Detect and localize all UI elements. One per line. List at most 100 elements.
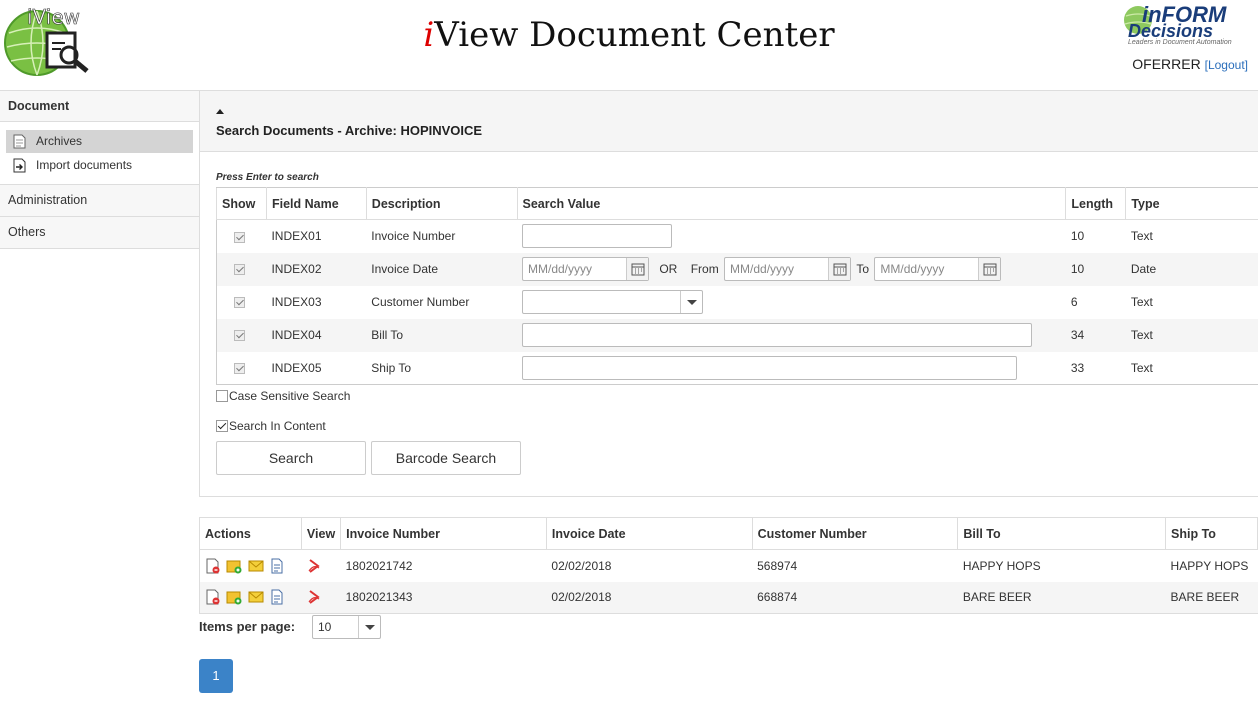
field-name: INDEX05: [271, 360, 322, 375]
delete-document-icon[interactable]: [205, 558, 221, 574]
add-folder-icon[interactable]: [226, 558, 242, 574]
search-panel: Search Documents - Archive: HOPINVOICE P…: [199, 90, 1258, 497]
document-icon: [13, 134, 26, 149]
table-row: 1802021742 02/02/2018 568974 HAPPY HOPS …: [200, 550, 1258, 582]
sidebar-item-administration[interactable]: Administration: [0, 185, 199, 217]
field-type: Text: [1125, 318, 1258, 352]
import-icon: [13, 158, 26, 173]
ship-to-cell: HAPPY HOPS: [1170, 558, 1249, 573]
sidebar-section-document[interactable]: Document: [0, 90, 199, 122]
col-ship-to[interactable]: Ship To: [1165, 517, 1258, 550]
field-length: 10: [1070, 229, 1085, 244]
user-info: OFERRER [Logout]: [1132, 56, 1248, 72]
bill-to-cell: BARE BEER: [957, 581, 1166, 614]
calendar-icon[interactable]: [978, 258, 1001, 280]
search-hint: Press Enter to search: [216, 172, 319, 183]
items-per-page-select[interactable]: 10: [312, 615, 381, 639]
ship-to-input[interactable]: [522, 355, 1017, 380]
calendar-icon[interactable]: [626, 258, 648, 280]
col-view: View: [300, 517, 342, 550]
sidebar-item-import-documents[interactable]: Import documents: [6, 154, 193, 177]
items-per-page-label: Items per page:: [199, 619, 296, 634]
search-in-content-label: Search In Content: [229, 419, 326, 433]
search-panel-title: Search Documents - Archive: HOPINVOICE: [216, 123, 483, 138]
show-checkbox[interactable]: [234, 231, 245, 243]
field-name: INDEX03: [271, 295, 322, 309]
results-table: Actions View Invoice Number Invoice Date…: [199, 517, 1258, 614]
page-title: iView Document Center: [423, 15, 835, 55]
chevron-down-icon[interactable]: [358, 616, 380, 638]
field-description: Bill To: [366, 318, 517, 352]
add-folder-icon[interactable]: [226, 589, 242, 605]
sidebar-document-items: Archives Import documents: [0, 122, 199, 185]
invoice-date-input[interactable]: MM/dd/yyyy: [522, 257, 649, 281]
customer-number-select[interactable]: [522, 290, 703, 314]
case-sensitive-checkbox[interactable]: [216, 390, 228, 402]
email-icon[interactable]: [248, 589, 264, 605]
sidebar-item-others[interactable]: Others: [0, 217, 199, 249]
show-checkbox[interactable]: [234, 330, 245, 342]
sidebar-item-label: Archives: [36, 134, 83, 148]
search-fields-header: Show Field Name Description Search Value…: [216, 187, 1258, 220]
bill-to-cell: HAPPY HOPS: [962, 558, 1041, 573]
invoice-number-cell: 1802021742: [345, 558, 413, 573]
document-details-icon[interactable]: [269, 589, 285, 605]
logout-link[interactable]: [Logout]: [1205, 58, 1248, 72]
view-cell: [301, 550, 340, 582]
field-type: Text: [1130, 295, 1153, 309]
to-date-input[interactable]: MM/dd/yyyy: [874, 257, 1002, 281]
col-invoice-number[interactable]: Invoice Number: [340, 517, 547, 550]
items-per-page-value: 10: [318, 620, 332, 634]
field-type: Date: [1125, 252, 1258, 286]
show-checkbox[interactable]: [234, 363, 245, 375]
invoice-date-cell: 02/02/2018: [546, 581, 753, 614]
collapse-caret-icon[interactable]: [216, 109, 224, 114]
sidebar-item-label: Import documents: [36, 158, 133, 172]
barcode-search-button[interactable]: Barcode Search: [371, 441, 521, 475]
ship-to-cell: BARE BEER: [1165, 581, 1258, 614]
page-button-1[interactable]: 1: [199, 659, 233, 693]
from-date-input[interactable]: MM/dd/yyyy: [724, 257, 852, 281]
email-icon[interactable]: [248, 558, 264, 574]
field-length: 33: [1070, 360, 1085, 375]
pdf-icon[interactable]: [306, 558, 322, 574]
field-length: 34: [1065, 318, 1126, 352]
customer-number-cell: 668874: [752, 581, 958, 614]
search-button[interactable]: Search: [216, 441, 366, 475]
calendar-icon[interactable]: [828, 258, 851, 280]
show-checkbox[interactable]: [234, 297, 245, 309]
sidebar: Document Archives Import documents Admin…: [0, 90, 199, 249]
sidebar-item-archives[interactable]: Archives: [6, 130, 193, 153]
field-description: Invoice Date: [366, 252, 517, 286]
search-fields-table: Show Field Name Description Search Value…: [216, 187, 1258, 385]
invoice-number-input[interactable]: [522, 224, 672, 249]
inform-decisions-logo: inFORM Decisions Leaders in Document Aut…: [1100, 2, 1250, 48]
document-details-icon[interactable]: [269, 558, 285, 574]
field-name: INDEX01: [271, 229, 322, 244]
bill-to-input[interactable]: [522, 323, 1032, 347]
col-bill-to[interactable]: Bill To: [957, 517, 1167, 550]
col-length: Length: [1065, 187, 1127, 220]
col-customer-number[interactable]: Customer Number: [751, 517, 959, 550]
field-length: 10: [1065, 252, 1126, 286]
search-in-content-option[interactable]: Search In Content: [216, 419, 326, 433]
field-row: INDEX02 Invoice Date MM/dd/yyyy OR From …: [216, 252, 1258, 286]
field-description: Customer Number: [371, 295, 470, 309]
delete-document-icon[interactable]: [205, 589, 221, 605]
field-type: Text: [1130, 360, 1153, 375]
search-in-content-checkbox[interactable]: [216, 420, 228, 432]
field-row: INDEX05 Ship To 33 Text: [217, 352, 1258, 385]
actions-cell: [200, 550, 302, 582]
brand-tagline: Leaders in Document Automation: [1128, 39, 1232, 46]
chevron-down-icon[interactable]: [680, 291, 702, 313]
case-sensitive-option[interactable]: Case Sensitive Search: [216, 389, 350, 403]
col-show: Show: [216, 187, 267, 220]
field-row: INDEX04 Bill To 34 Text: [216, 318, 1258, 352]
pdf-icon[interactable]: [306, 589, 322, 605]
show-checkbox[interactable]: [234, 264, 245, 276]
invoice-date-cell: 02/02/2018: [551, 558, 612, 573]
field-description: Invoice Number: [371, 229, 456, 244]
field-type: Text: [1130, 229, 1153, 244]
col-invoice-date[interactable]: Invoice Date: [545, 517, 753, 550]
field-name: INDEX04: [266, 318, 367, 352]
